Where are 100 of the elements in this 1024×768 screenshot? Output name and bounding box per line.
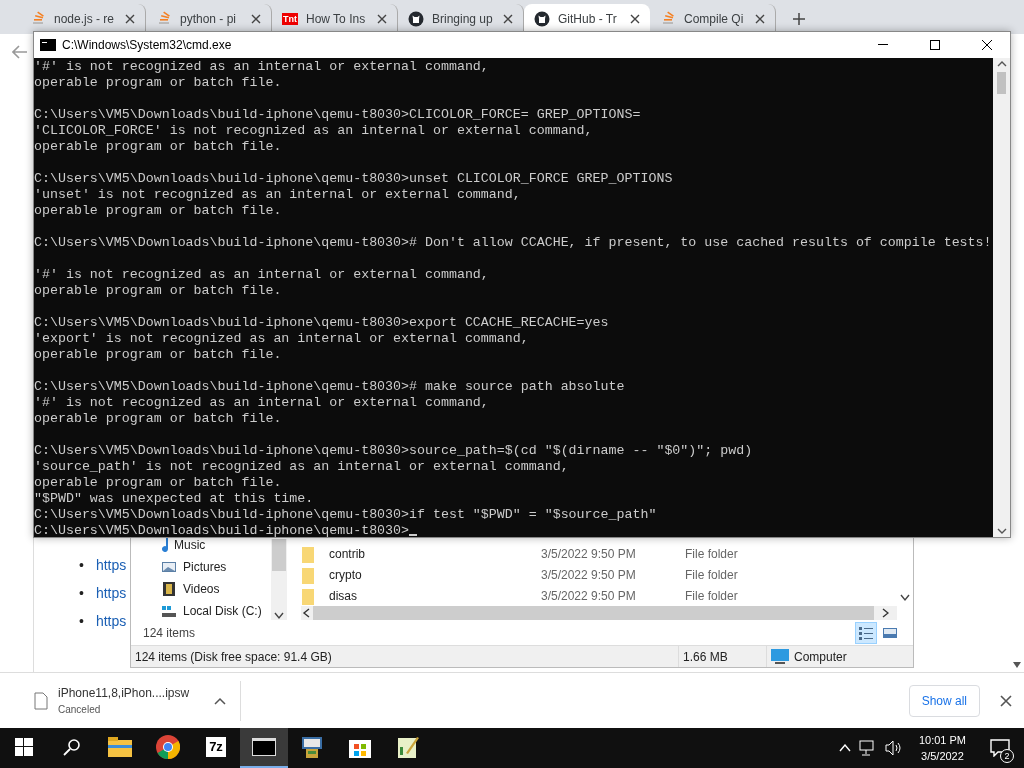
stack-icon <box>156 11 172 27</box>
file-name: contrib <box>301 546 541 561</box>
chevron-down-icon <box>900 594 910 602</box>
close-icon <box>982 40 992 50</box>
taskbar-app[interactable]: 7z <box>192 728 240 768</box>
console-line: 'unset' is not recognized as an internal or external command, <box>34 187 521 202</box>
console-line: C:\Users\VM5\Downloads\build-iphone\qemu-t8030># make source path absolute <box>34 379 625 394</box>
bullet-mark: • <box>79 613 84 629</box>
nav-item[interactable]: Pictures <box>161 556 271 578</box>
console-line: '#' is not recognized as an internal or external command, <box>34 59 489 74</box>
status-size: 1.66 MB <box>679 646 767 667</box>
close-icon <box>1000 694 1012 707</box>
console-line: 'source_path' is not recognized as an internal or external command, <box>34 459 569 474</box>
chevron-up-icon <box>214 696 226 705</box>
console-line: C:\Users\VM5\Downloads\build-iphone\qemu-t8030>source_path=$(cd "$(dirname -- "$0")"; pwd) <box>34 443 753 458</box>
nav-scrollbar[interactable] <box>271 539 287 620</box>
page-link[interactable]: https <box>95 585 127 601</box>
file-date: 3/5/2022 9:50 PM <box>541 546 637 561</box>
bullet-mark: • <box>79 585 84 601</box>
notifications-button[interactable]: 2 <box>982 728 1018 768</box>
download-name[interactable]: iPhone11,8,iPhon....ipsw <box>58 686 204 700</box>
page-link[interactable]: https <box>95 613 127 629</box>
clock-date: 3/5/2022 <box>921 749 964 764</box>
status-location: Computer <box>767 646 913 667</box>
console-line: operable program or batch file. <box>34 411 282 426</box>
file-row[interactable]: disas 3/5/2022 9:50 PM File folder <box>301 585 897 606</box>
folder-icon <box>301 588 315 605</box>
message-icon <box>990 739 1010 757</box>
file-row[interactable]: contrib 3/5/2022 9:50 PM File folder <box>301 543 897 564</box>
maximize-icon <box>930 40 940 50</box>
clock-time: 10:01 PM <box>918 733 966 748</box>
console-icon <box>252 738 276 756</box>
archive-app-icon: 7z <box>206 737 226 757</box>
minimize-icon <box>878 44 888 46</box>
site-badge: Tnt <box>282 13 298 25</box>
file-icon <box>34 691 48 710</box>
close-icon <box>125 14 135 24</box>
windows-start-icon <box>15 738 33 756</box>
status-summary: 124 items (Disk free space: 91.4 GB) <box>131 646 679 667</box>
console-line: operable program or batch file. <box>34 75 282 90</box>
chevron-up-icon <box>838 744 851 752</box>
page-link[interactable]: https <box>95 557 127 573</box>
console-line: operable program or batch file. <box>34 203 282 218</box>
console-line: operable program or batch file. <box>34 283 282 298</box>
chevron-right-icon <box>882 608 889 618</box>
stack-icon <box>30 11 46 27</box>
back-arrow-icon <box>12 45 28 59</box>
console-line: "$PWD" was unexpected at this time. <box>34 491 314 506</box>
note-icon <box>161 538 168 552</box>
bullet-mark: • <box>79 557 84 573</box>
installer-icon <box>300 735 324 759</box>
notification-count: 2 <box>1000 749 1014 763</box>
nav-item[interactable]: Videos <box>161 578 271 600</box>
scroll-thumb[interactable] <box>272 539 286 571</box>
file-name: disas <box>301 588 541 603</box>
plus-icon <box>793 13 805 25</box>
console-line: C:\Users\VM5\Downloads\build-iphone\qemu-t8030>export CCACHE_RECACHE=yes <box>34 315 609 330</box>
folder-icon <box>301 567 315 584</box>
close-icon <box>503 14 513 24</box>
file-type: File folder <box>685 588 738 603</box>
close-icon <box>251 14 261 24</box>
vertical-scrollbar[interactable] <box>993 58 1010 537</box>
file-type: File folder <box>685 546 738 561</box>
nav-item[interactable]: Local Disk (C:) <box>161 600 271 620</box>
file-row[interactable]: crypto 3/5/2022 9:50 PM File folder <box>301 564 897 585</box>
nav-item[interactable]: Music <box>161 534 271 556</box>
file-date: 3/5/2022 9:50 PM <box>541 567 637 582</box>
close-icon <box>630 14 640 24</box>
console-line: C:\Users\VM5\Downloads\build-iphone\qemu-t8030>CLICOLOR_FORCE= GREP_OPTIONS= <box>34 107 641 122</box>
console-line: '#' is not recognized as an internal or external command, <box>34 267 489 282</box>
item-count: 124 items <box>143 625 197 640</box>
scroll-thumb[interactable] <box>997 72 1006 94</box>
console-line: 'export' is not recognized as an internal or external command, <box>34 331 529 346</box>
network-icon <box>858 740 877 756</box>
console-line: operable program or batch file. <box>34 347 282 362</box>
folder-icon <box>108 737 132 757</box>
scroll-down-icon <box>1013 662 1021 668</box>
file-type: File folder <box>685 567 738 582</box>
file-name: crypto <box>301 567 541 582</box>
film-icon <box>161 581 177 597</box>
console-line: C:\Users\VM5\Downloads\build-iphone\qemu-t8030>if test "$PWD" = "$source_path" <box>34 507 657 522</box>
console-icon <box>40 39 56 51</box>
picture-icon <box>161 559 177 575</box>
close-icon <box>377 14 387 24</box>
browser-tab[interactable]: GitHub - Tr <box>524 4 650 34</box>
details-view-icon <box>859 625 873 640</box>
console-line: C:\Users\VM5\Downloads\build-iphone\qemu-t8030> <box>34 523 410 537</box>
show-all-button[interactable]: Show all <box>908 684 980 717</box>
speaker-icon <box>884 740 903 756</box>
close-icon <box>755 14 765 24</box>
window-title: C:\Windows\System32\cmd.exe <box>62 38 233 52</box>
console-line: '#' is not recognized as an internal or external command, <box>34 395 489 410</box>
view-button[interactable] <box>855 621 877 644</box>
file-date: 3/5/2022 9:50 PM <box>541 588 637 603</box>
console-line: C:\Users\VM5\Downloads\build-iphone\qemu-t8030># Don't allow CCACHE, if present, to use cached results of compile tests! <box>34 235 992 250</box>
taskbar-app[interactable] <box>240 728 288 768</box>
search-icon <box>63 738 81 756</box>
browser-icon <box>156 735 180 759</box>
horizontal-scrollbar[interactable] <box>301 606 897 620</box>
chevron-down-icon <box>274 612 284 620</box>
